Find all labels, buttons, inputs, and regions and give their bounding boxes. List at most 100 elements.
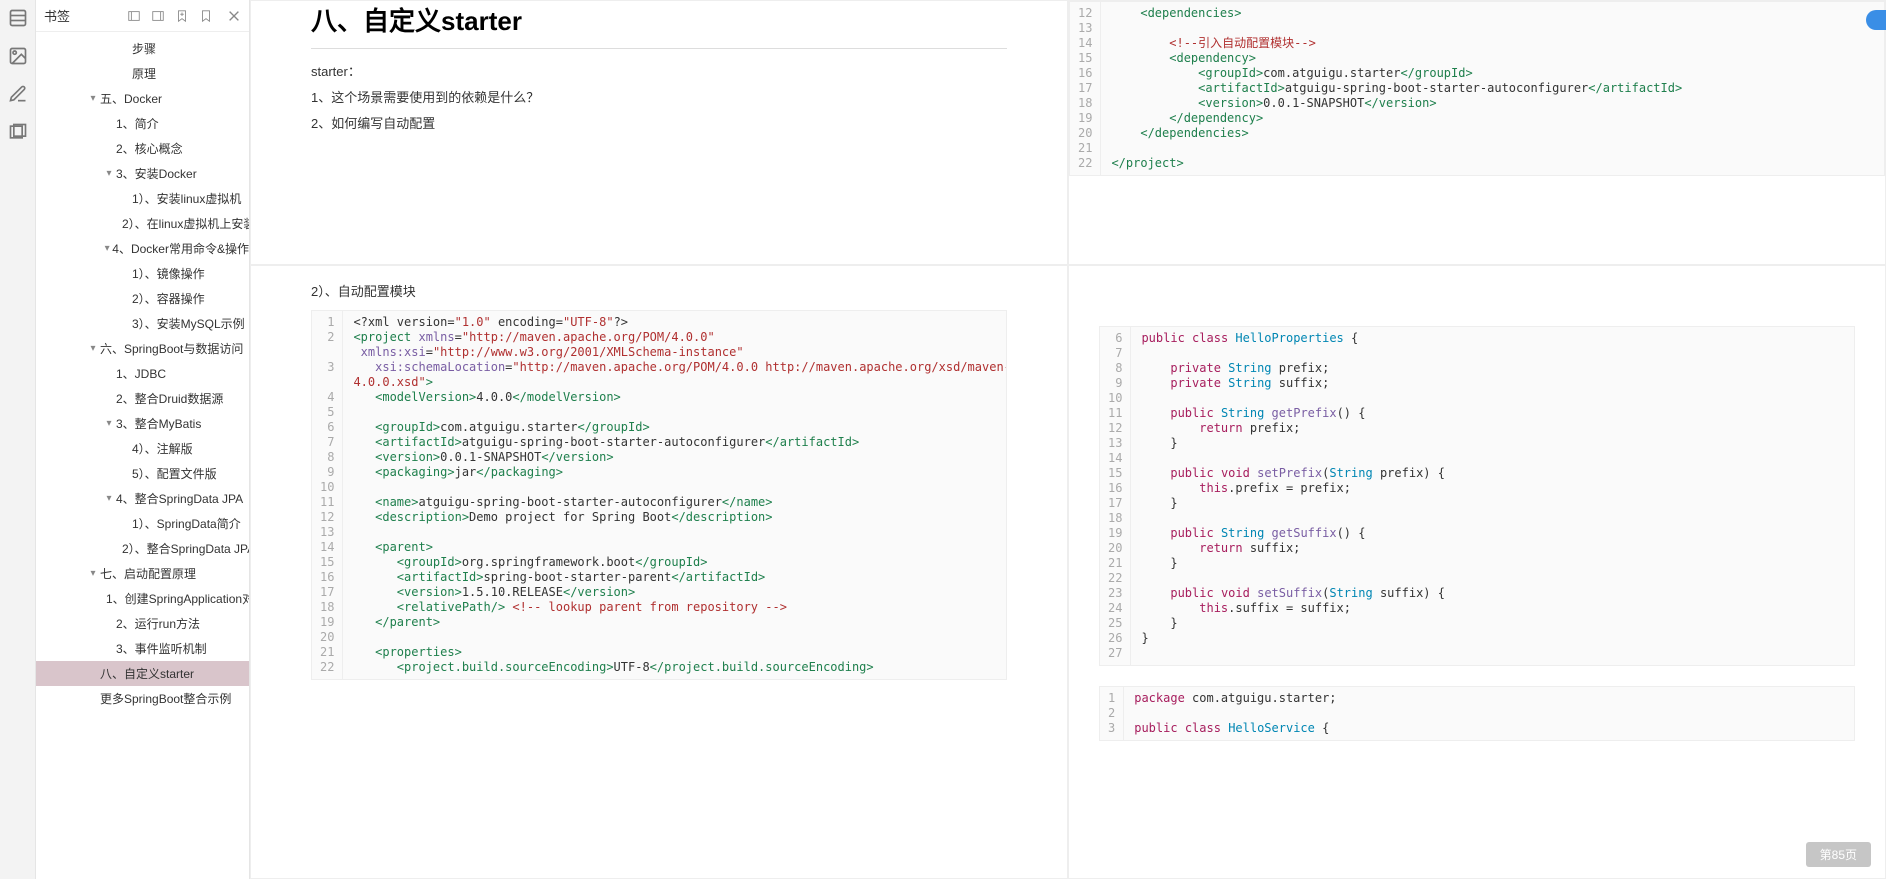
- paragraph: 1、这个场景需要使用到的依赖是什么？: [311, 85, 1007, 111]
- tree-node[interactable]: 2）、整合SpringData JPA: [36, 536, 249, 561]
- code-body: public class HelloProperties { private S…: [1131, 327, 1854, 665]
- pane-top-left[interactable]: 八、自定义starter starter： 1、这个场景需要使用到的依赖是什么？…: [250, 0, 1068, 265]
- code-gutter: 12345678910111213141516171819202122: [312, 311, 343, 679]
- tree-label: 4、Docker常用命令&操作: [112, 240, 249, 257]
- subsection-title: 2）、自动配置模块: [311, 281, 1007, 300]
- tree-label: 1、创建SpringApplication对象: [106, 590, 249, 607]
- paragraph: 2、如何编写自动配置: [311, 111, 1007, 137]
- caret-icon: ▾: [88, 568, 98, 579]
- caret-icon: ▾: [104, 168, 114, 179]
- paragraph: starter：: [311, 59, 1007, 85]
- tree-node[interactable]: 1）、镜像操作: [36, 261, 249, 286]
- bookmark-tree[interactable]: 步骤原理▾五、Docker1、简介2、核心概念▾3、安装Docker1）、安装l…: [36, 32, 249, 879]
- edit-icon[interactable]: [8, 84, 28, 104]
- tree-node[interactable]: 更多SpringBoot整合示例: [36, 686, 249, 711]
- code-gutter: 1213141516171819202122: [1070, 2, 1101, 175]
- code-body: <?xml version="1.0" encoding="UTF-8"?><p…: [343, 311, 1006, 679]
- outline-icon[interactable]: [8, 8, 28, 28]
- tree-node[interactable]: ▾4、整合SpringData JPA: [36, 486, 249, 511]
- tree-label: 1、简介: [116, 115, 159, 132]
- close-icon[interactable]: [227, 9, 241, 23]
- page-indicator: 第85页: [1806, 842, 1871, 867]
- tree-node[interactable]: ▾七、启动配置原理: [36, 561, 249, 586]
- tree-node[interactable]: 1、创建SpringApplication对象: [36, 586, 249, 611]
- bookmark-sidebar: 书签 步骤原理▾五、Docker1、简介2、核心概念▾3、安装Docker1）、…: [36, 0, 250, 879]
- tree-label: 八、自定义starter: [100, 665, 194, 682]
- code-block: 12345678910111213141516171819202122 <?xm…: [311, 310, 1007, 680]
- collapse-icon[interactable]: [127, 9, 141, 23]
- pane-bottom-left[interactable]: 2）、自动配置模块 123456789101112131415161718192…: [250, 265, 1068, 879]
- tree-node[interactable]: 3、事件监听机制: [36, 636, 249, 661]
- app-root: 书签 步骤原理▾五、Docker1、简介2、核心概念▾3、安装Docker1）、…: [0, 0, 1886, 879]
- tree-label: 步骤: [132, 40, 156, 57]
- caret-icon: ▾: [88, 343, 98, 354]
- tree-node[interactable]: 3）、安装MySQL示例: [36, 311, 249, 336]
- tree-node[interactable]: ▾五、Docker: [36, 86, 249, 111]
- image-icon[interactable]: [8, 46, 28, 66]
- tree-node[interactable]: ▾4、Docker常用命令&操作: [36, 236, 249, 261]
- tree-label: 六、SpringBoot与数据访问: [100, 340, 243, 357]
- tree-label: 2、运行run方法: [116, 615, 200, 632]
- tree-label: 5）、配置文件版: [132, 465, 217, 482]
- tree-label: 2）、在linux虚拟机上安装do…: [122, 215, 249, 232]
- sidebar-title: 书签: [44, 6, 70, 25]
- tree-node[interactable]: 5）、配置文件版: [36, 461, 249, 486]
- tree-node[interactable]: 八、自定义starter: [36, 661, 249, 686]
- code-gutter: 6789101112131415161718192021222324252627: [1100, 327, 1131, 665]
- tree-label: 更多SpringBoot整合示例: [100, 690, 231, 707]
- tree-label: 3）、安装MySQL示例: [132, 315, 245, 332]
- tree-label: 2）、容器操作: [132, 290, 205, 307]
- layers-icon[interactable]: [8, 122, 28, 142]
- tree-label: 1、JDBC: [116, 365, 166, 382]
- code-block: 123 package com.atguigu.starter; public …: [1099, 686, 1855, 741]
- tree-node[interactable]: 2、运行run方法: [36, 611, 249, 636]
- bookmark-icon[interactable]: [199, 9, 213, 23]
- tree-label: 2）、整合SpringData JPA: [122, 540, 249, 557]
- code-gutter: 123: [1100, 687, 1124, 740]
- tree-node[interactable]: 1、JDBC: [36, 361, 249, 386]
- tree-node[interactable]: ▾3、整合MyBatis: [36, 411, 249, 436]
- code-block: 1213141516171819202122 <dependencies> <!…: [1069, 1, 1885, 176]
- tree-label: 2、核心概念: [116, 140, 183, 157]
- caret-icon: ▾: [104, 493, 114, 504]
- tree-label: 五、Docker: [100, 90, 162, 107]
- left-iconbar: [0, 0, 36, 879]
- page-title: 八、自定义starter: [311, 1, 1007, 49]
- tree-node[interactable]: ▾六、SpringBoot与数据访问: [36, 336, 249, 361]
- tree-label: 1）、SpringData简介: [132, 515, 241, 532]
- tree-label: 3、整合MyBatis: [116, 415, 201, 432]
- tree-node[interactable]: 步骤: [36, 36, 249, 61]
- bookmark-add-icon[interactable]: [175, 9, 189, 23]
- tree-label: 2、整合Druid数据源: [116, 390, 223, 407]
- tree-node[interactable]: 1、简介: [36, 111, 249, 136]
- tree-node[interactable]: 4）、注解版: [36, 436, 249, 461]
- tree-node[interactable]: ▾3、安装Docker: [36, 161, 249, 186]
- tree-label: 3、安装Docker: [116, 165, 197, 182]
- pane-bottom-right[interactable]: 6789101112131415161718192021222324252627…: [1068, 265, 1886, 879]
- help-button[interactable]: [1866, 10, 1886, 30]
- tree-label: 1）、安装linux虚拟机: [132, 190, 241, 207]
- expand-icon[interactable]: [151, 9, 165, 23]
- tree-label: 原理: [132, 65, 156, 82]
- code-block: 6789101112131415161718192021222324252627…: [1099, 326, 1855, 666]
- tree-node[interactable]: 2）、容器操作: [36, 286, 249, 311]
- tree-label: 4）、注解版: [132, 440, 193, 457]
- tree-node[interactable]: 1）、安装linux虚拟机: [36, 186, 249, 211]
- code-body: <dependencies> <!--引入自动配置模块--> <dependen…: [1101, 2, 1884, 175]
- caret-icon: ▾: [104, 243, 110, 254]
- caret-icon: ▾: [104, 418, 114, 429]
- sidebar-header: 书签: [36, 0, 249, 32]
- caret-icon: ▾: [88, 93, 98, 104]
- tree-label: 七、启动配置原理: [100, 565, 196, 582]
- pane-top-right[interactable]: 1213141516171819202122 <dependencies> <!…: [1068, 0, 1886, 265]
- tree-node[interactable]: 2）、在linux虚拟机上安装do…: [36, 211, 249, 236]
- tree-node[interactable]: 原理: [36, 61, 249, 86]
- sidebar-header-icons: [127, 9, 213, 23]
- tree-node[interactable]: 1）、SpringData简介: [36, 511, 249, 536]
- tree-label: 4、整合SpringData JPA: [116, 490, 243, 507]
- tree-label: 1）、镜像操作: [132, 265, 205, 282]
- content-grid: 八、自定义starter starter： 1、这个场景需要使用到的依赖是什么？…: [250, 0, 1886, 879]
- code-body: package com.atguigu.starter; public clas…: [1124, 687, 1854, 740]
- tree-node[interactable]: 2、整合Druid数据源: [36, 386, 249, 411]
- tree-node[interactable]: 2、核心概念: [36, 136, 249, 161]
